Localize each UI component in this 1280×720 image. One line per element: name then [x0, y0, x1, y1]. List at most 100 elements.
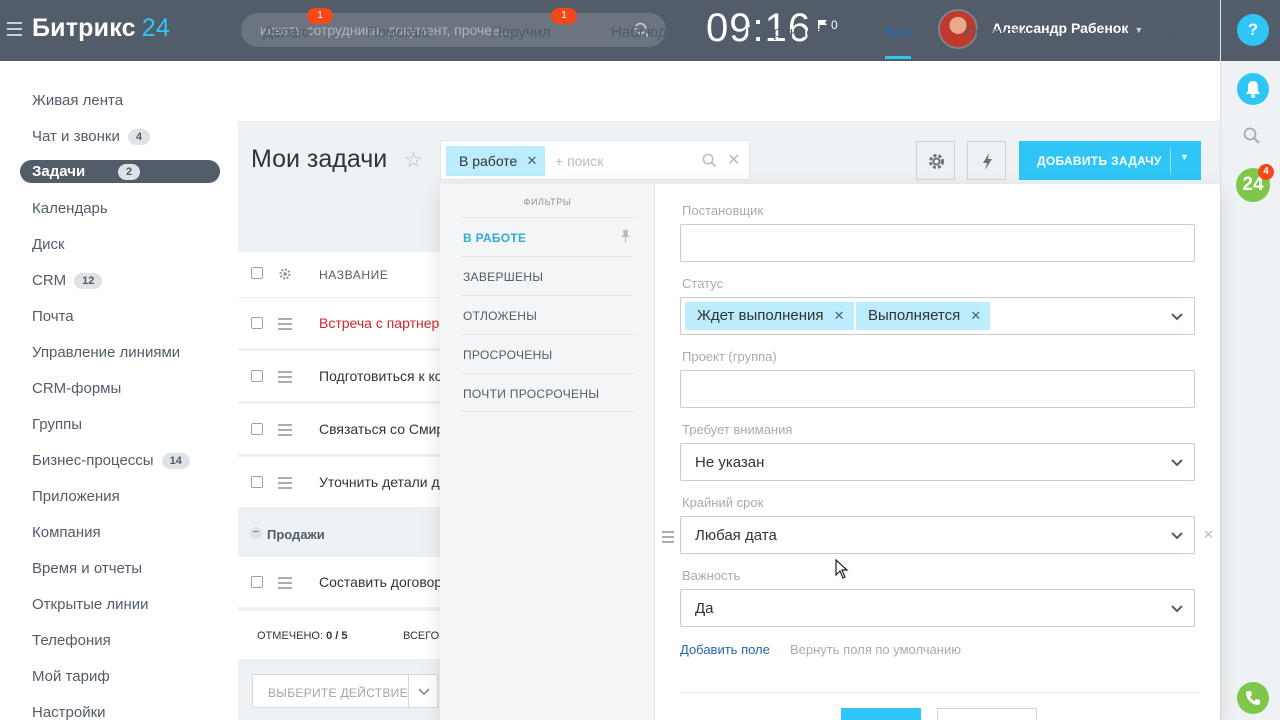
menu-item-calendar[interactable]: Календарь	[32, 200, 108, 217]
tab-all[interactable]: Все	[885, 24, 911, 59]
drag-handle-icon[interactable]	[278, 424, 292, 439]
table-row[interactable]: Встреча с партнерами	[238, 298, 440, 348]
menu-item-crm[interactable]: CRM 12	[32, 272, 103, 289]
status-tag[interactable]: Выполняется ✕	[856, 302, 991, 330]
attention-select[interactable]: Не указан	[680, 443, 1195, 481]
status-tag[interactable]: Ждет выполнения ✕	[685, 302, 854, 330]
filter-presets: ФИЛЬТРЫ В РАБОТЕ ЗАВЕРШЕНЫ ОТЛОЖЕНЫ ПРОС…	[440, 184, 655, 720]
drag-handle-icon[interactable]	[278, 477, 292, 492]
menu-item-chat[interactable]: Чат и звонки 4	[32, 128, 150, 145]
menu-item-telephony[interactable]: Телефония	[32, 632, 111, 649]
add-task-button[interactable]: ДОБАВИТЬ ЗАДАЧУ ▼	[1019, 141, 1201, 180]
table-row[interactable]: Подготовиться к конференции	[238, 351, 440, 401]
row-checkbox[interactable]	[251, 423, 263, 435]
row-checkbox[interactable]	[251, 317, 263, 329]
tab-doing[interactable]: Делаю 1	[263, 8, 333, 41]
help-button[interactable]: ?	[1237, 14, 1269, 46]
group-row-sales[interactable]: − Продажи	[238, 512, 440, 556]
preset-completed[interactable]: ЗАВЕРШЕНЫ	[461, 256, 634, 295]
preset-in-progress[interactable]: В РАБОТЕ	[461, 217, 634, 256]
search-icon[interactable]	[1243, 127, 1261, 145]
automation-button[interactable]	[967, 141, 1006, 180]
menu-item-time[interactable]: Время и отчеты	[32, 560, 142, 577]
task-title[interactable]: Подготовиться к конференции	[319, 368, 440, 384]
select-all-checkbox[interactable]	[251, 267, 263, 279]
tab-projects[interactable]: Проекты	[965, 24, 1025, 41]
project-field[interactable]	[680, 370, 1195, 408]
task-title[interactable]: Связаться со Смирновым	[319, 421, 440, 437]
drag-handle-icon[interactable]	[278, 577, 292, 592]
menu-item-crm-forms[interactable]: CRM-формы	[32, 380, 121, 397]
logo[interactable]: Битрикс 24	[32, 14, 170, 43]
gear-icon[interactable]	[278, 267, 292, 281]
tab-helping[interactable]: Помогаю	[367, 24, 430, 41]
menu-item-tariff[interactable]: Мой тариф	[32, 668, 110, 685]
row-checkbox[interactable]	[251, 576, 263, 588]
menu-item-lines[interactable]: Управление линиями	[32, 344, 180, 361]
table-row[interactable]: Уточнить детали договора	[238, 457, 440, 507]
settings-button[interactable]	[916, 141, 955, 180]
menu-item-company[interactable]: Компания	[32, 524, 101, 541]
row-checkbox[interactable]	[251, 370, 263, 382]
star-icon[interactable]: ☆	[404, 148, 423, 173]
bitrix24-button[interactable]: 24 4	[1236, 164, 1274, 202]
drag-handle-icon[interactable]	[278, 371, 292, 386]
phone-button[interactable]	[1237, 682, 1269, 714]
drag-handle-icon[interactable]	[278, 318, 292, 333]
task-title[interactable]: Уточнить детали договора	[319, 474, 440, 490]
attention-label: Требует внимания	[682, 422, 793, 437]
find-button[interactable]	[841, 708, 921, 720]
preset-deferred[interactable]: ОТЛОЖЕНЫ	[461, 295, 634, 334]
column-name[interactable]: НАЗВАНИЕ	[319, 268, 389, 282]
collapse-icon[interactable]: −	[250, 527, 262, 539]
task-title[interactable]: Составить договор	[319, 574, 440, 590]
filter-search-input[interactable]	[555, 146, 695, 176]
pin-icon[interactable]	[621, 230, 630, 243]
gear-icon	[929, 154, 944, 169]
close-icon[interactable]: ✕	[834, 302, 845, 330]
menu-item-open-lines[interactable]: Открытые линии	[32, 596, 149, 613]
tab-more[interactable]: Еще ▼	[1149, 24, 1192, 41]
menu-item-live-feed[interactable]: Живая лента	[32, 92, 123, 109]
menu-icon[interactable]	[7, 22, 22, 36]
menu-item-settings[interactable]: Настройки	[32, 704, 106, 720]
close-icon[interactable]: ✕	[970, 302, 981, 330]
creator-field[interactable]	[680, 224, 1195, 262]
clear-icon[interactable]: ✕	[727, 150, 740, 170]
table-row[interactable]: Составить договор	[238, 557, 440, 607]
table-header: НАЗВАНИЕ	[238, 252, 440, 297]
menu-item-tasks[interactable]: Задачи 2	[20, 160, 220, 183]
menu-item-groups[interactable]: Группы	[32, 416, 82, 433]
tab-favorites[interactable]: Избранное	[747, 24, 823, 41]
tab-watching[interactable]: Наблюдаю	[611, 24, 686, 41]
bell-icon	[1246, 81, 1260, 98]
search-icon[interactable]	[702, 153, 717, 168]
remove-field-icon[interactable]: ✕	[1203, 527, 1214, 543]
chevron-down-icon[interactable]	[1170, 311, 1184, 323]
status-field[interactable]: Ждет выполнения ✕ Выполняется ✕	[680, 297, 1195, 335]
group-action-select[interactable]: ВЫБЕРИТЕ ДЕЙСТВИЕ	[252, 674, 438, 708]
close-icon[interactable]: ✕	[526, 146, 537, 176]
menu-item-apps[interactable]: Приложения	[32, 488, 120, 505]
deadline-select[interactable]: Любая дата	[680, 516, 1195, 554]
add-field-link[interactable]: Добавить поле	[680, 642, 770, 657]
reset-button[interactable]	[937, 708, 1037, 720]
flag-count: 0	[831, 18, 838, 32]
menu-item-mail[interactable]: Почта	[32, 308, 74, 325]
row-checkbox[interactable]	[251, 476, 263, 488]
table-row[interactable]: Связаться со Смирновым	[238, 404, 440, 454]
tab-assigned[interactable]: Поручил 1	[491, 8, 577, 41]
menu-item-bizproc[interactable]: Бизнес-процессы 14	[32, 452, 190, 469]
caret-down-icon[interactable]: ▼	[1180, 152, 1189, 162]
phone-icon	[1246, 691, 1260, 705]
preset-overdue[interactable]: ПРОСРОЧЕНЫ	[461, 334, 634, 373]
filter-chip[interactable]: В работе ✕	[446, 146, 546, 176]
right-bar: ? 24 4	[1220, 0, 1280, 720]
reset-fields-link[interactable]: Вернуть поля по умолчанию	[790, 642, 961, 657]
drag-handle-icon[interactable]	[662, 531, 674, 546]
preset-almost-overdue[interactable]: ПОЧТИ ПРОСРОЧЕНЫ	[461, 373, 634, 412]
menu-item-disk[interactable]: Диск	[32, 236, 65, 253]
task-title[interactable]: Встреча с партнерами	[319, 315, 440, 331]
importance-select[interactable]: Да	[680, 589, 1195, 627]
notifications-button[interactable]	[1237, 73, 1269, 105]
